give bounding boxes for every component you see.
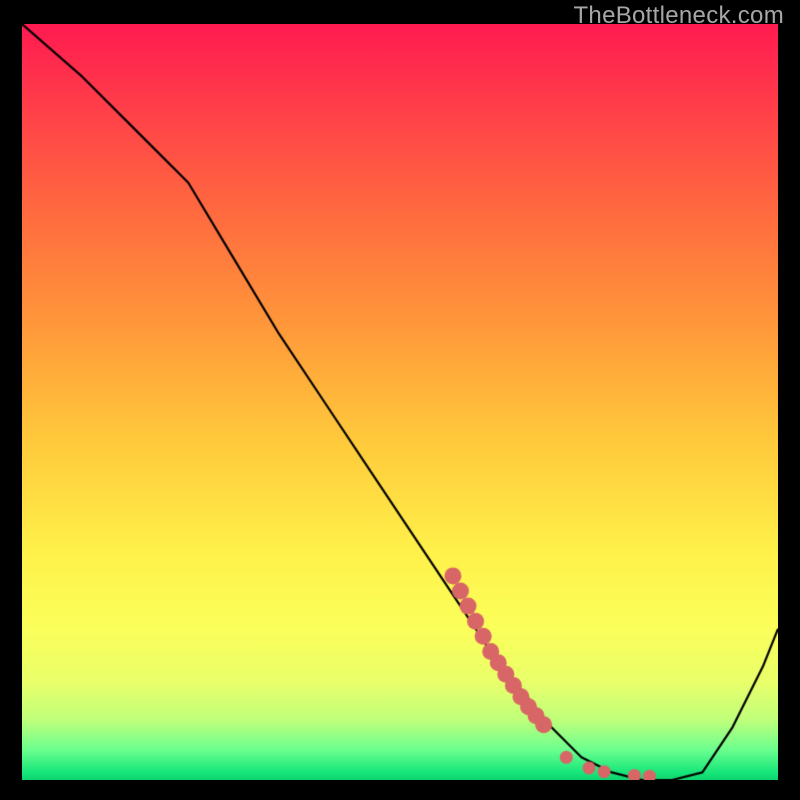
watermark-text: TheBottleneck.com [573,2,784,30]
plot-frame [22,24,778,780]
plot-canvas [22,24,778,780]
